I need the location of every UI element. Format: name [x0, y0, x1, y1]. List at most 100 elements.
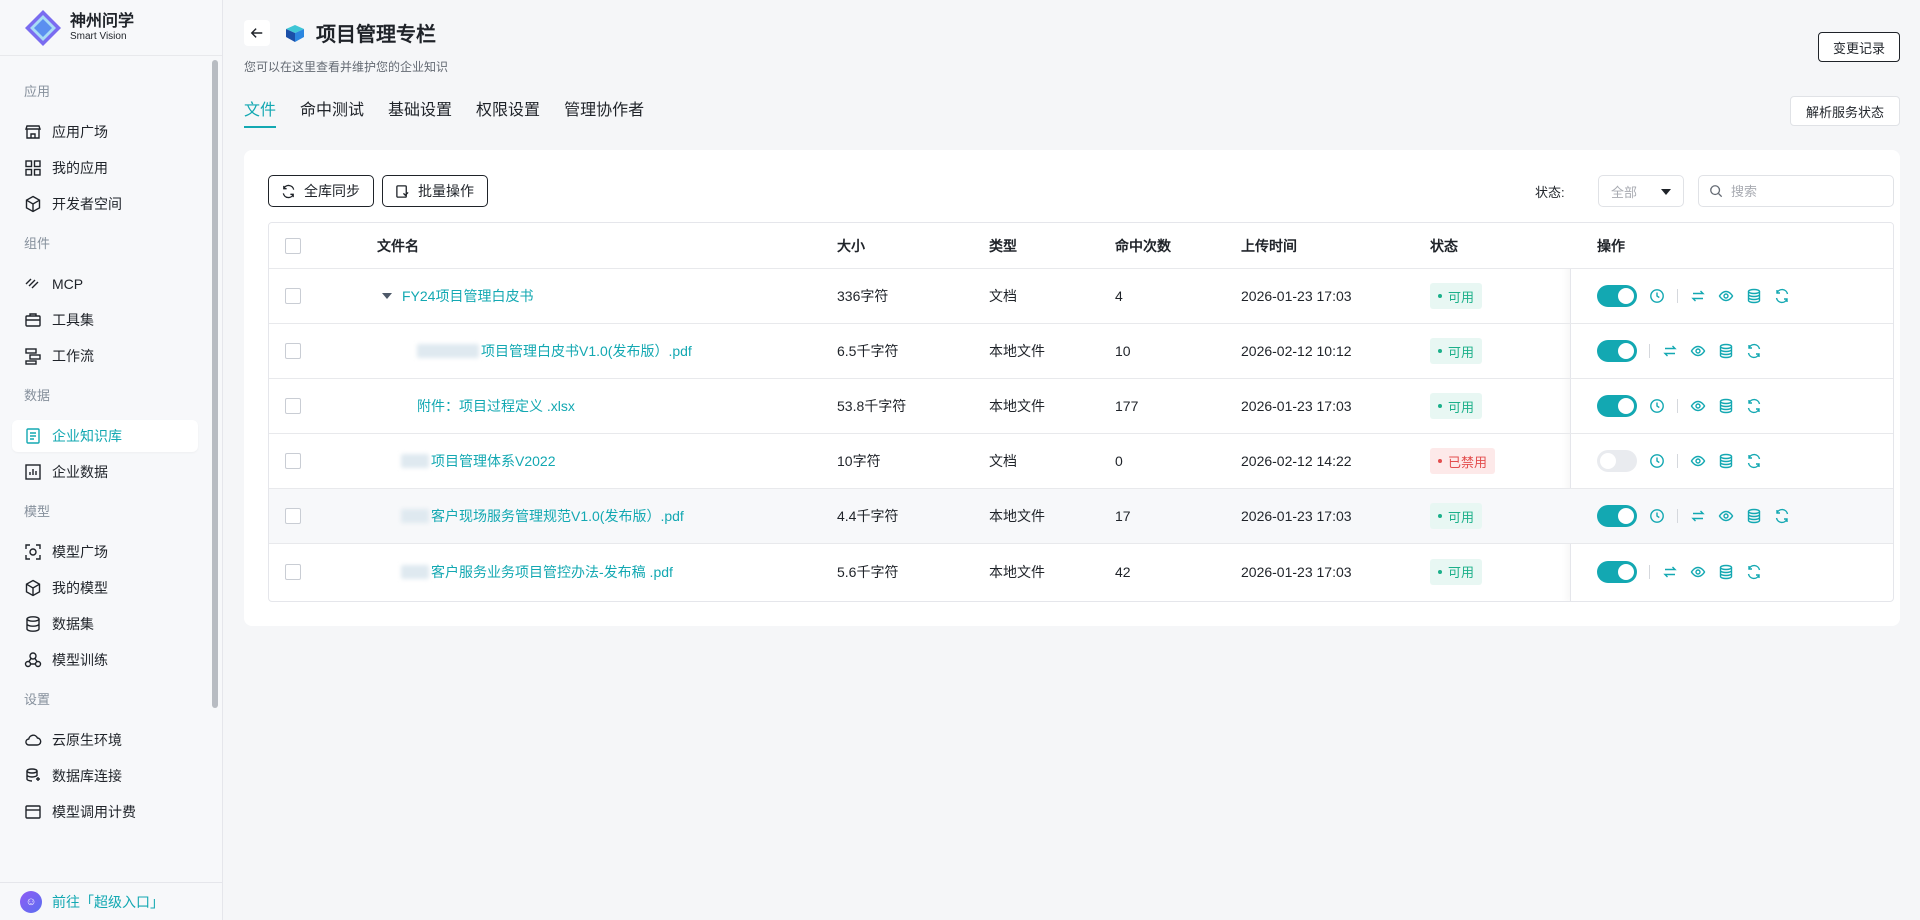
- upload-time: 2026-01-23 17:03: [1241, 563, 1352, 580]
- super-entry-link[interactable]: ☺ 前往「超级入口」: [0, 882, 222, 920]
- enable-toggle[interactable]: [1597, 285, 1637, 307]
- swap-icon[interactable]: [1690, 508, 1706, 524]
- swap-icon[interactable]: [1690, 288, 1706, 304]
- clock-icon[interactable]: [1649, 288, 1665, 304]
- enable-toggle[interactable]: [1597, 505, 1637, 527]
- database-icon[interactable]: [1718, 564, 1734, 580]
- refresh-icon[interactable]: [1774, 508, 1790, 524]
- sidebar-item-workflow[interactable]: 工作流: [12, 340, 198, 372]
- table-row[interactable]: 附件：项目过程定义 .xlsx 53.8千字符 本地文件 177 2026-01…: [269, 379, 1893, 434]
- table-row[interactable]: 客户现场服务管理规范V1.0(发布版）.pdf 4.4千字符 本地文件 17 2…: [269, 489, 1893, 544]
- eye-icon[interactable]: [1690, 564, 1706, 580]
- sidebar-item-my-apps[interactable]: 我的应用: [12, 152, 198, 184]
- row-checkbox[interactable]: [285, 343, 301, 359]
- table-row[interactable]: 客户服务业务项目管控办法-发布稿 .pdf 5.6千字符 本地文件 42 202…: [269, 544, 1893, 599]
- sidebar-item-db-connect[interactable]: 数据库连接: [12, 760, 198, 792]
- file-name-link[interactable]: 附件：项目过程定义 .xlsx: [417, 396, 575, 416]
- table-row[interactable]: FY24项目管理白皮书 336字符 文档 4 2026-01-23 17:03 …: [269, 269, 1893, 324]
- refresh-icon[interactable]: [1746, 343, 1762, 359]
- parse-service-status-button[interactable]: 解析服务状态: [1790, 96, 1900, 126]
- eye-icon[interactable]: [1690, 343, 1706, 359]
- col-header-upload-time: 上传时间: [1241, 237, 1297, 254]
- batch-operation-button[interactable]: 批量操作: [382, 175, 488, 207]
- sidebar-item-label: 模型调用计费: [52, 804, 136, 820]
- file-name-link[interactable]: 项目管理体系V2022: [431, 451, 555, 471]
- file-type: 本地文件: [989, 398, 1045, 414]
- search-input[interactable]: [1731, 183, 1881, 199]
- refresh-icon[interactable]: [1746, 564, 1762, 580]
- enable-toggle[interactable]: [1597, 450, 1637, 472]
- toolbox-icon: [24, 311, 42, 329]
- sidebar-item-datasets[interactable]: 数据集: [12, 608, 198, 640]
- refresh-icon[interactable]: [1746, 453, 1762, 469]
- row-checkbox[interactable]: [285, 508, 301, 524]
- search-icon: [1710, 185, 1723, 198]
- box-icon: [24, 579, 42, 597]
- sidebar-item-billing[interactable]: 模型调用计费: [12, 796, 198, 828]
- page-header: 项目管理专栏: [244, 18, 436, 47]
- search-box[interactable]: [1698, 175, 1894, 207]
- sidebar-item-knowledge-base[interactable]: 企业知识库: [12, 420, 198, 452]
- swap-icon[interactable]: [1662, 564, 1678, 580]
- table-header-row: 文件名 大小 类型 命中次数 上传时间 状态 操作: [269, 223, 1893, 269]
- sidebar-item-dev-space[interactable]: 开发者空间: [12, 188, 198, 220]
- database-icon[interactable]: [1718, 343, 1734, 359]
- file-name-link[interactable]: 客户现场服务管理规范V1.0(发布版）.pdf: [431, 506, 684, 526]
- clock-icon[interactable]: [1649, 398, 1665, 414]
- file-name-link[interactable]: FY24项目管理白皮书: [402, 286, 533, 306]
- row-checkbox[interactable]: [285, 563, 301, 580]
- sidebar-item-toolset[interactable]: 工具集: [12, 304, 198, 336]
- eye-icon[interactable]: [1690, 453, 1706, 469]
- sidebar-item-mcp[interactable]: MCP: [12, 268, 198, 300]
- expand-caret-icon[interactable]: [382, 293, 392, 299]
- super-entry-icon: ☺: [20, 890, 42, 913]
- table-row[interactable]: 项目管理体系V2022 10字符 文档 0 2026-02-12 14:22 已…: [269, 434, 1893, 489]
- row-checkbox[interactable]: [285, 453, 301, 469]
- database-icon[interactable]: [1718, 398, 1734, 414]
- sidebar-item-enterprise-data[interactable]: 企业数据: [12, 456, 198, 488]
- scrollbar-thumb[interactable]: [212, 60, 218, 708]
- upload-time: 2026-02-12 10:12: [1241, 343, 1352, 359]
- eye-icon[interactable]: [1718, 288, 1734, 304]
- sidebar-scrollbar[interactable]: [211, 56, 219, 882]
- refresh-icon[interactable]: [1774, 288, 1790, 304]
- sidebar-item-app-square[interactable]: 应用广场: [12, 116, 198, 148]
- sidebar-item-model-training[interactable]: 模型训练: [12, 644, 198, 676]
- full-sync-button[interactable]: 全库同步: [268, 175, 374, 207]
- sidebar-item-cloud-env[interactable]: 云原生环境: [12, 724, 198, 756]
- col-header-hits: 命中次数: [1115, 237, 1171, 254]
- enable-toggle[interactable]: [1597, 340, 1637, 362]
- sync-icon: [282, 184, 295, 198]
- refresh-icon[interactable]: [1746, 398, 1762, 414]
- tab-collaborators[interactable]: 管理协作者: [564, 96, 644, 126]
- enable-toggle[interactable]: [1597, 560, 1637, 583]
- status-badge: 可用: [1430, 283, 1483, 309]
- file-name-link[interactable]: 客户服务业务项目管控办法-发布稿 .pdf: [431, 562, 673, 582]
- db-connect-icon: [24, 767, 42, 785]
- sidebar-item-my-models[interactable]: 我的模型: [12, 572, 198, 604]
- swap-icon[interactable]: [1662, 343, 1678, 359]
- back-button[interactable]: [244, 19, 270, 46]
- tab-basic-settings[interactable]: 基础设置: [388, 96, 452, 126]
- file-name-link[interactable]: 项目管理白皮书V1.0(发布版）.pdf: [481, 341, 692, 361]
- tab-hit-test[interactable]: 命中测试: [300, 96, 364, 126]
- change-history-button[interactable]: 变更记录: [1818, 32, 1900, 62]
- tab-files[interactable]: 文件: [244, 96, 277, 128]
- clock-icon[interactable]: [1649, 508, 1665, 524]
- brand-logo[interactable]: 神州问学 Smart Vision: [0, 0, 222, 56]
- tab-permissions[interactable]: 权限设置: [476, 96, 540, 126]
- sidebar-item-model-square[interactable]: 模型广场: [12, 536, 198, 568]
- row-checkbox[interactable]: [285, 398, 301, 414]
- enable-toggle[interactable]: [1597, 395, 1637, 417]
- row-checkbox[interactable]: [285, 288, 301, 304]
- database-icon[interactable]: [1746, 288, 1762, 304]
- eye-icon[interactable]: [1718, 508, 1734, 524]
- upload-time: 2026-02-12 14:22: [1241, 453, 1352, 469]
- database-icon[interactable]: [1718, 453, 1734, 469]
- status-filter-select[interactable]: 全部: [1598, 175, 1684, 207]
- table-row[interactable]: 项目管理白皮书V1.0(发布版）.pdf 6.5千字符 本地文件 10 2026…: [269, 324, 1893, 379]
- select-all-checkbox[interactable]: [285, 237, 301, 254]
- clock-icon[interactable]: [1649, 453, 1665, 469]
- database-icon[interactable]: [1746, 508, 1762, 524]
- eye-icon[interactable]: [1690, 398, 1706, 414]
